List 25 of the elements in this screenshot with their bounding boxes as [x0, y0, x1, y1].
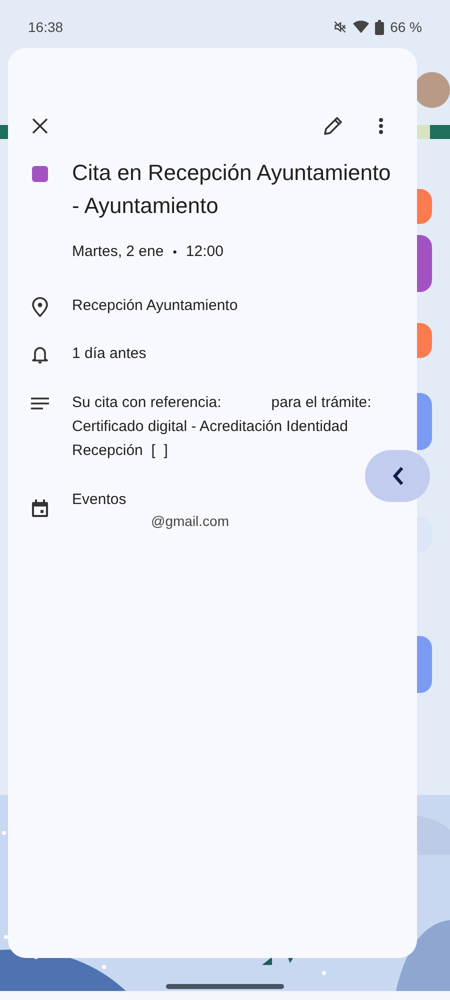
calendar-icon [31, 499, 49, 518]
bell-icon [32, 345, 48, 364]
event-date: Martes, 2 ene [72, 243, 164, 260]
separator-dot: • [172, 244, 177, 258]
header-band [417, 125, 450, 139]
avatar[interactable] [414, 72, 450, 108]
event-location[interactable]: Recepción Ayuntamiento [72, 295, 238, 317]
pencil-icon [323, 116, 343, 136]
account-email: @gmail.com [150, 513, 230, 529]
more-icon [378, 117, 384, 135]
description-icon [31, 397, 49, 410]
battery-icon [375, 20, 384, 34]
reminder-text: 1 día antes [72, 344, 146, 364]
side-panel-toggle[interactable] [365, 450, 430, 502]
wifi-icon [353, 20, 370, 34]
calendar-name: Eventos [72, 490, 128, 510]
event-description: Su cita con referencia: para el trámite: Certificado digital - Acreditación Identidad Recepción [ ] [72, 393, 372, 461]
chevron-left-icon [392, 466, 404, 486]
event-title: Cita en Recepción Ayuntamiento - Ayuntamiento [72, 159, 392, 220]
muted-icon [333, 20, 348, 34]
event-time: 12:00 [186, 243, 224, 260]
status-time: 16:38 [28, 19, 64, 35]
close-icon [32, 118, 48, 134]
battery-percent: 66 % [390, 19, 422, 35]
location-pin-icon [32, 297, 48, 317]
